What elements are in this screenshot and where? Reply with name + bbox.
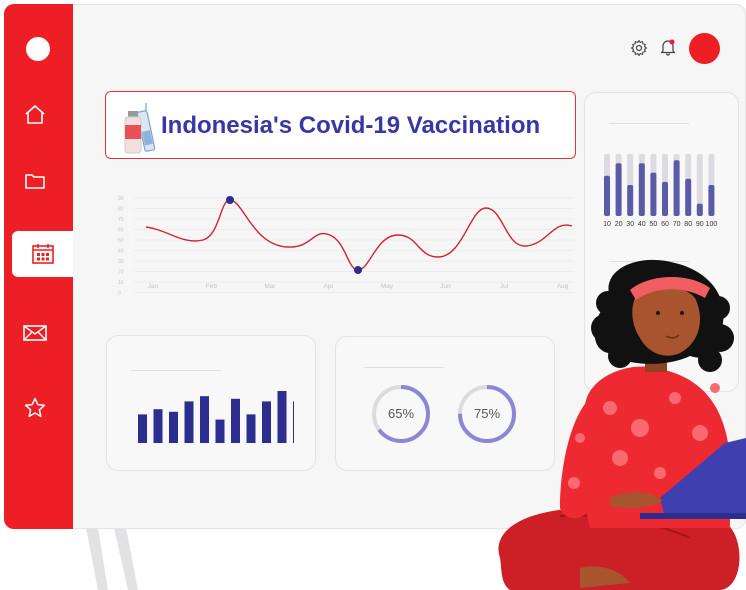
mini-bar — [262, 401, 271, 443]
side-bar — [662, 181, 668, 216]
side-bar-label: 10 — [603, 221, 611, 228]
progress-ring-1-label: 65% — [387, 406, 415, 421]
side-bar — [604, 175, 610, 216]
home-icon — [24, 105, 45, 124]
mini-bar — [277, 391, 287, 443]
decade-bar-chart: 10 20 30 40 50 60 70 80 90 100 — [603, 154, 718, 228]
line-chart-month-label: Jan — [148, 283, 159, 290]
line-chart-month-label: Apr — [323, 283, 334, 290]
line-chart-y-tick: 20 — [118, 270, 124, 276]
bell-icon[interactable] — [659, 38, 677, 56]
line-chart-month-label: Jun — [440, 283, 451, 290]
user-avatar[interactable] — [689, 33, 720, 64]
mini-bar — [200, 396, 209, 443]
sidebar-item-folder[interactable] — [0, 158, 69, 204]
line-chart-peak-point — [226, 196, 234, 204]
line-chart-y-tick: 70 — [118, 217, 124, 223]
folder-icon — [24, 174, 45, 189]
side-bar-label: 40 — [638, 221, 646, 228]
line-chart-month-label: May — [381, 283, 394, 290]
line-chart-y-tick: 50 — [118, 238, 124, 244]
side-bar-label: 70 — [673, 221, 681, 228]
mini-bar — [169, 411, 178, 443]
calendar-icon — [31, 244, 54, 264]
line-chart-y-tick: 90 — [118, 196, 124, 202]
side-bar-label: 60 — [661, 221, 669, 228]
page-title: Indonesia's Covid-19 Vaccination — [161, 112, 541, 139]
side-bar — [708, 185, 715, 216]
mini-bar — [153, 409, 163, 443]
mini-bar — [293, 401, 294, 443]
gear-icon[interactable] — [630, 39, 648, 57]
mini-bar-chart — [138, 391, 294, 443]
progress-ring-1: 65% — [370, 383, 432, 445]
line-chart-y-tick: 0 — [118, 291, 121, 296]
line-chart-y-tick: 60 — [118, 228, 124, 234]
line-chart-low-point — [354, 266, 362, 274]
side-bar — [685, 178, 692, 216]
progress-card-heading-line — [364, 367, 444, 368]
side-bar — [696, 203, 703, 216]
side-card-heading-line — [609, 123, 689, 124]
vaccine-vial-icon — [124, 103, 156, 154]
sidebar-item-home[interactable] — [0, 92, 69, 138]
line-chart-y-tick: 80 — [118, 207, 124, 213]
mini-bar — [231, 398, 240, 443]
title-card: Indonesia's Covid-19 Vaccination — [105, 91, 576, 159]
side-bar — [627, 185, 634, 216]
sidebar-item-calendar[interactable] — [12, 231, 73, 277]
side-bar-label: 90 — [696, 221, 704, 228]
mail-icon — [22, 325, 47, 341]
side-bar-label: 20 — [615, 221, 623, 228]
side-bar — [638, 163, 645, 216]
side-bar-label: 30 — [626, 221, 634, 228]
mini-bar — [184, 401, 194, 443]
side-bar — [650, 172, 657, 216]
side-bar-label: 80 — [684, 221, 692, 228]
line-chart-y-tick: 30 — [118, 259, 124, 265]
line-chart-month-label: Feb — [206, 283, 218, 290]
mini-bar — [138, 414, 147, 443]
bar-card-heading-line — [131, 370, 221, 371]
monitor-stand — [86, 528, 138, 590]
side-bar-label: 100 — [706, 221, 718, 228]
side-bar-label: 50 — [650, 221, 658, 228]
sidebar-logo — [26, 37, 50, 61]
side-bar — [615, 163, 622, 216]
sidebar-item-mail[interactable] — [0, 310, 69, 356]
line-chart-month-label: Mar — [264, 283, 276, 290]
side-bar — [673, 160, 680, 216]
sidebar-item-star[interactable] — [0, 385, 69, 431]
star-icon — [24, 397, 45, 418]
line-chart-y-tick: 10 — [118, 280, 124, 286]
woman-with-laptop-illustration — [498, 259, 746, 590]
line-chart-y-tick: 40 — [118, 249, 124, 255]
mini-bar — [215, 419, 225, 443]
mini-bar — [246, 414, 256, 443]
